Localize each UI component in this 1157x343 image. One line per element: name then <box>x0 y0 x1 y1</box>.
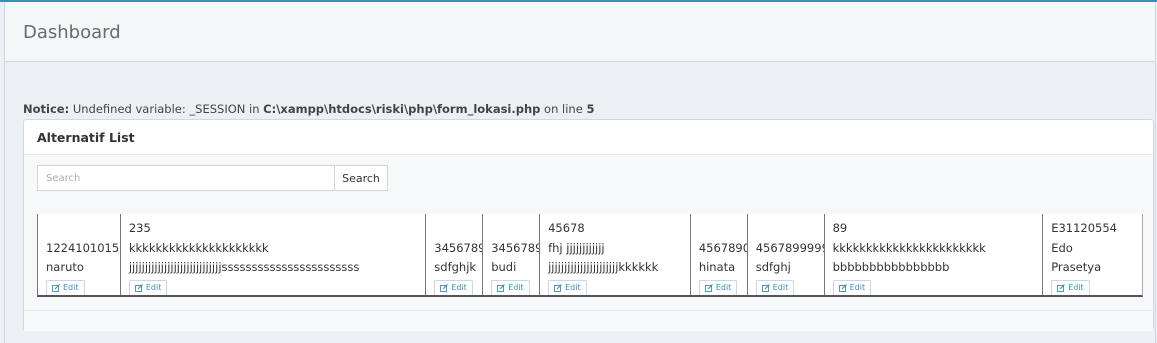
edit-icon <box>52 283 60 292</box>
table-cell: 4567899999 sdfghj Edit <box>748 214 825 295</box>
cell-text: 89 <box>832 221 848 235</box>
cell-text: 12241010150 <box>46 240 121 255</box>
cell-text: bbbbbbbbbbbbbbbb <box>832 260 950 274</box>
cell-text: sdfghjk <box>434 260 477 274</box>
cell-text: 235 <box>128 221 151 235</box>
edit-icon <box>761 283 770 292</box>
php-notice: Notice: Undefined variable: _SESSION in … <box>23 102 594 116</box>
box-header: Alternatif List <box>24 120 1153 155</box>
notice-path: C:\xampp\htdocs\riski\php\form_lokasi.ph… <box>263 102 541 116</box>
cell-text <box>46 219 120 239</box>
edit-button[interactable]: Edit <box>491 279 530 295</box>
cell-text: Prasetya <box>1051 260 1102 274</box>
edit-button[interactable]: Edit <box>755 279 795 295</box>
cell-text: 34567890 <box>491 240 539 255</box>
table-cell: 3456789 sdfghjk Edit <box>426 214 484 295</box>
edit-label: Edit <box>849 283 866 292</box>
edit-icon <box>554 283 562 292</box>
search-button[interactable]: Search <box>334 165 388 191</box>
edit-label: Edit <box>63 283 79 292</box>
search-input[interactable] <box>37 165 335 191</box>
edit-label: Edit <box>715 283 732 292</box>
edit-button[interactable]: Edit <box>1051 279 1090 295</box>
edit-button[interactable]: Edit <box>128 279 168 295</box>
cell-text: jjjjjjjjjjjjjjjjjjjjjjkkkkkk <box>548 260 659 274</box>
table-cell: 89 kkkkkkkkkkkkkkkkkkkkkkk bbbbbbbbbbbbbbb… <box>825 214 1044 295</box>
table-cell: 235 kkkkkkkkkkkkkkkkkkkkk jjjjjjjjjjjjjjjj… <box>121 214 427 295</box>
cell-text <box>434 219 482 239</box>
edit-icon <box>497 283 506 292</box>
alternatif-list-box: Alternatif List Search 12241010150 naruto… <box>23 119 1154 331</box>
cell-text: kkkkkkkkkkkkkkkkkkkkk <box>128 240 269 255</box>
cell-text: jjjjjjjjjjjjjjjjjjjjjjjjjjjjjsssssssssss… <box>128 260 360 274</box>
notice-line-number: 5 <box>586 102 595 116</box>
content-right-border <box>1155 2 1156 343</box>
cell-text <box>756 219 824 239</box>
edit-label: Edit <box>508 283 524 292</box>
edit-button[interactable]: Edit <box>548 279 587 295</box>
edit-label: Edit <box>451 283 467 292</box>
table-cell: E31120554 Edo Prasetya Edit <box>1043 214 1142 295</box>
notice-label: Notice: <box>23 102 70 116</box>
cell-text: fhj jjjjjjjjjjjj <box>548 240 605 255</box>
box-footer <box>24 310 1153 331</box>
cell-text: 3456789 <box>434 240 484 255</box>
cell-text: 45678 <box>548 221 585 235</box>
edit-label: Edit <box>1068 283 1084 292</box>
cell-text: budi <box>491 260 517 274</box>
box-title: Alternatif List <box>37 130 135 145</box>
cell-text: Edo <box>1051 240 1073 255</box>
cell-text: sdfghj <box>755 260 791 274</box>
notice-text-middle: on line <box>540 102 587 116</box>
notice-text: Undefined variable: _SESSION in <box>69 102 264 116</box>
cell-text: E31120554 <box>1051 221 1117 235</box>
table-cell: 45678 fhj jjjjjjjjjjjj jjjjjjjjjjjjjjjjjjj… <box>540 214 691 295</box>
table-cell: 4567890 hinata Edit <box>691 214 748 295</box>
box-body: Search 12241010150 naruto Edit 235 kkkkkkkkk… <box>24 155 1153 310</box>
edit-label: Edit <box>565 283 581 292</box>
page-title: Dashboard <box>23 22 121 43</box>
edit-button[interactable]: Edit <box>434 279 473 295</box>
cell-text: hinata <box>698 260 736 274</box>
edit-icon <box>838 283 847 292</box>
edit-icon <box>134 283 143 292</box>
cell-text: 4567890 <box>698 240 748 255</box>
table-cell: 34567890 budi Edit <box>483 214 541 295</box>
cell-text: kkkkkkkkkkkkkkkkkkkkkkk <box>832 240 986 255</box>
cell-text <box>491 219 539 239</box>
cell-text: naruto <box>46 260 84 274</box>
content-header: Dashboard <box>5 2 1155 62</box>
edit-button[interactable]: Edit <box>832 279 872 295</box>
edit-icon <box>440 283 449 292</box>
edit-button[interactable]: Edit <box>698 279 738 295</box>
edit-icon <box>1057 283 1066 292</box>
edit-button[interactable]: Edit <box>46 279 85 295</box>
cell-text: 4567899999 <box>755 240 825 255</box>
table-cell: 12241010150 naruto Edit <box>38 214 121 295</box>
cell-text <box>699 219 747 239</box>
edit-icon <box>704 283 713 292</box>
alternatif-table: 12241010150 naruto Edit 235 kkkkkkkkkkkkkkkk… <box>37 214 1143 297</box>
edit-label: Edit <box>145 283 162 292</box>
edit-label: Edit <box>772 283 789 292</box>
